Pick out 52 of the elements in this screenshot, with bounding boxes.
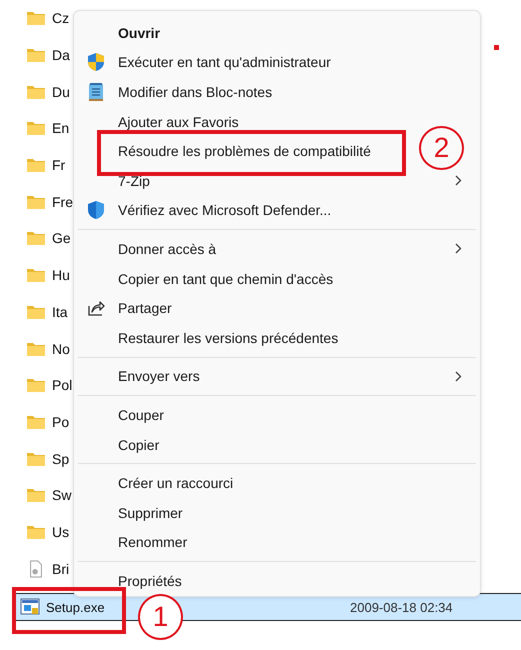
file-name[interactable]: Us — [52, 524, 70, 540]
folder-icon — [26, 156, 46, 174]
folder-icon — [26, 9, 46, 28]
file-date: 2009-08-18 02:34 — [350, 600, 453, 614]
file-name[interactable]: No — [52, 340, 70, 357]
file-name[interactable]: Ita — [52, 304, 68, 320]
file-name[interactable]: Sw — [52, 487, 72, 504]
menu-item[interactable]: 7-Zip — [118, 172, 150, 189]
menu-item[interactable]: Vérifiez avec Microsoft Defender... — [118, 202, 332, 218]
menu-item[interactable]: Donner accès à — [118, 240, 216, 257]
menu-item[interactable]: Ajouter aux Favoris — [118, 114, 239, 130]
file-name[interactable]: Fre — [52, 194, 73, 210]
menu-item[interactable]: Créer un raccourci — [118, 475, 234, 492]
file-name[interactable]: Pol — [52, 377, 72, 394]
folder-icon — [26, 229, 46, 248]
file-name[interactable]: Sp — [52, 450, 70, 467]
menu-item[interactable]: Copier en tant que chemin d'accès — [118, 270, 334, 287]
shield-icon — [87, 200, 105, 220]
menu-item[interactable]: Modifier dans Bloc-notes — [118, 84, 272, 100]
file-name[interactable]: Fr — [52, 157, 66, 174]
file-name[interactable]: Bri — [52, 560, 70, 577]
share-icon — [87, 300, 105, 316]
dot-mark — [494, 45, 499, 50]
menu-item[interactable]: Résoudre les problèmes de compatibilité — [118, 143, 371, 160]
menu-item[interactable]: Propriétés — [118, 572, 182, 589]
menu-item[interactable]: Envoyer vers — [118, 368, 200, 384]
file-name[interactable]: Ge — [52, 230, 71, 246]
folder-icon — [26, 46, 46, 64]
menu-item[interactable]: Partager — [118, 300, 172, 316]
file-name[interactable]: Po — [52, 414, 70, 430]
file-name[interactable]: Setup.exe — [46, 600, 105, 614]
step-number: 2 — [419, 126, 464, 170]
file-name[interactable]: Du — [52, 84, 70, 100]
application-icon — [20, 598, 40, 616]
folder-icon — [26, 376, 46, 394]
folder-icon — [26, 266, 46, 284]
shield-icon — [87, 52, 105, 72]
file-name[interactable]: Hu — [52, 267, 70, 284]
menu-item[interactable]: Copier — [118, 436, 160, 453]
folder-icon — [26, 486, 46, 504]
file-name[interactable]: Da — [52, 47, 70, 64]
menu-item[interactable]: Couper — [118, 406, 164, 423]
menu-item[interactable]: Supprimer — [118, 504, 183, 521]
file-name[interactable]: Cz — [52, 10, 70, 26]
step-number: 1 — [138, 594, 183, 640]
menu-item[interactable]: Restaurer les versions précédentes — [118, 330, 338, 346]
file-name[interactable]: En — [52, 120, 70, 136]
folder-icon — [26, 119, 46, 138]
menu-item[interactable]: Exécuter en tant qu'administrateur — [118, 54, 331, 70]
menu-item[interactable]: Ouvrir — [118, 24, 160, 41]
menu-item[interactable]: Renommer — [118, 534, 188, 550]
notepad-icon — [88, 82, 104, 102]
